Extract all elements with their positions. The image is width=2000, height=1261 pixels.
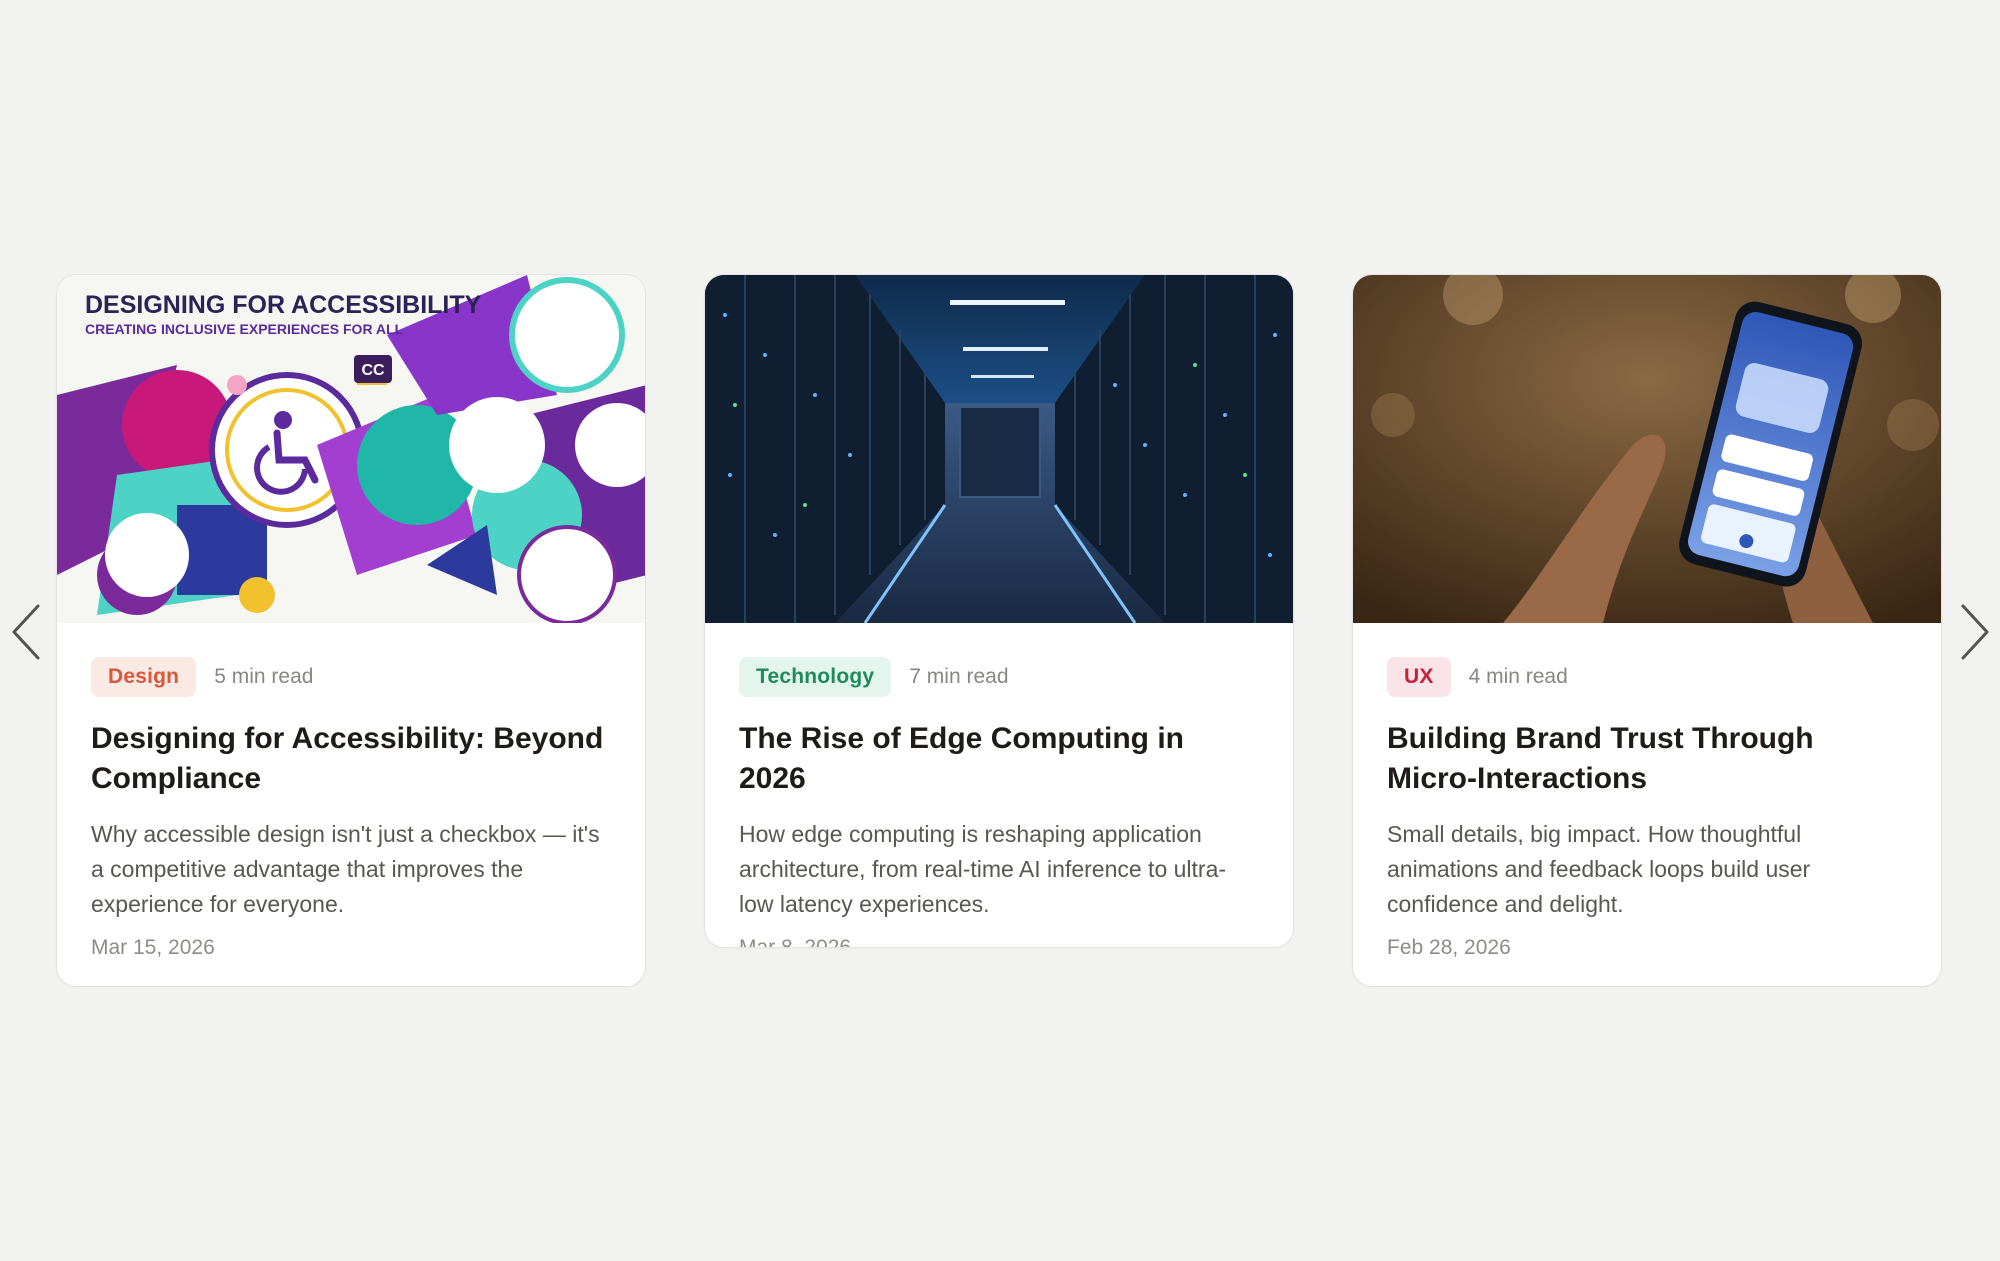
article-excerpt: Small details, big impact. How thoughtfu…	[1387, 821, 1811, 917]
image-subheading: CREATING INCLUSIVE EXPERIENCES FOR ALL	[85, 321, 404, 337]
article-title[interactable]: Building Brand Trust Through Micro-Inter…	[1387, 719, 1907, 799]
read-time: 4 min read	[1468, 665, 1568, 688]
article-title[interactable]: The Rise of Edge Computing in 2026	[739, 719, 1259, 799]
article-excerpt: How edge computing is reshaping applicat…	[739, 821, 1227, 917]
article-title[interactable]: Designing for Accessibility: Beyond Comp…	[91, 719, 611, 799]
article-image	[1353, 275, 1941, 623]
chevron-left-icon	[12, 604, 40, 660]
article-card[interactable]: Technology 7 min read The Rise of Edge C…	[704, 274, 1294, 948]
chevron-right-icon	[1961, 604, 1989, 660]
read-time: 5 min read	[214, 665, 314, 688]
article-date: Feb 28, 2026	[1387, 936, 1511, 959]
article-card[interactable]: UX 4 min read Building Brand Trust Throu…	[1352, 274, 1942, 987]
image-heading: DESIGNING FOR ACCESSIBILITY	[85, 291, 482, 319]
read-time: 7 min read	[909, 665, 1009, 688]
article-carousel: CC DESIGNING FOR ACCESSIBILITY CREATING …	[0, 0, 2000, 1261]
category-tag[interactable]: Technology	[739, 657, 892, 697]
cc-label: CC	[361, 362, 385, 379]
category-tag[interactable]: UX	[1387, 657, 1451, 697]
category-tag[interactable]: Design	[91, 657, 197, 697]
carousel-prev-button[interactable]	[8, 600, 48, 664]
carousel-next-button[interactable]	[1953, 600, 1993, 664]
article-date: Mar 8, 2026	[739, 936, 852, 948]
article-image: CC DESIGNING FOR ACCESSIBILITY CREATING …	[57, 275, 645, 623]
article-card[interactable]: CC DESIGNING FOR ACCESSIBILITY CREATING …	[56, 274, 646, 987]
article-date: Mar 15, 2026	[91, 936, 215, 959]
article-image	[705, 275, 1293, 623]
article-excerpt: Why accessible design isn't just a check…	[91, 821, 600, 917]
